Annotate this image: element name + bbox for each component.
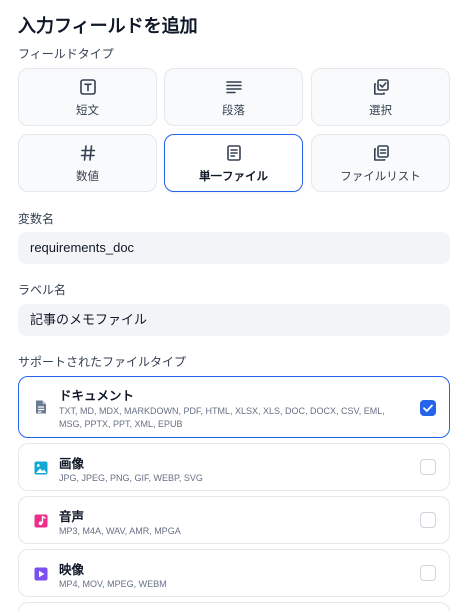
file-type-document-checkbox[interactable] [420,400,436,416]
field-type-paragraph[interactable]: 段落 [164,68,303,126]
file-list-icon [373,145,389,161]
file-type-audio-checkbox[interactable] [420,512,436,528]
supported-file-types-label: サポートされたファイルタイプ [18,355,187,369]
field-type-single-file[interactable]: 単一ファイル [164,134,303,192]
file-type-image-extensions: JPG, JPEG, PNG, GIF, WEBP, SVG [59,473,203,483]
text-input-icon [79,79,96,95]
file-type-video-extensions: MP4, MOV, MPEG, WEBM [59,579,167,589]
field-type-select-label: 選択 [369,105,392,117]
file-type-video-checkbox[interactable] [420,565,436,581]
select-icon [373,79,389,95]
file-type-audio-name: 音声 [59,510,85,524]
file-type-document-extensions: TXT, MD, MDX, MARKDOWN, PDF, HTML, XLSX,… [59,406,385,429]
file-type-video[interactable]: 映像 MP4, MOV, MPEG, WEBM [18,549,450,597]
field-type-select[interactable]: 選択 [311,68,450,126]
field-type-short-text-label: 短文 [76,105,99,117]
field-type-label: フィールドタイプ [18,47,114,61]
file-icon [226,145,241,161]
label-name-input[interactable]: 記事のメモファイル [18,304,450,336]
variable-name-label: 変数名 [18,212,55,226]
field-type-short-text[interactable]: 短文 [18,68,157,126]
document-icon [36,400,46,414]
hash-icon [80,145,95,161]
variable-name-input[interactable]: requirements_doc [18,232,450,264]
file-type-document-name: ドキュメント [59,389,135,403]
file-type-other[interactable] [18,602,450,611]
check-icon [423,404,433,412]
page-title: 入力フィールドを追加 [18,16,198,36]
field-type-paragraph-label: 段落 [222,105,245,117]
image-icon [34,461,48,475]
file-type-audio[interactable]: 音声 MP3, M4A, WAV, AMR, MPGA [18,496,450,544]
file-type-image[interactable]: 画像 JPG, JPEG, PNG, GIF, WEBP, SVG [18,443,450,491]
field-type-number-label: 数値 [76,171,99,183]
file-type-video-name: 映像 [59,563,85,577]
audio-icon [34,514,48,528]
field-type-file-list-label: ファイルリスト [340,171,421,183]
field-type-number[interactable]: 数値 [18,134,157,192]
paragraph-icon [225,81,242,94]
file-type-image-name: 画像 [59,457,85,471]
file-type-image-checkbox[interactable] [420,459,436,475]
file-type-document[interactable]: ドキュメント TXT, MD, MDX, MARKDOWN, PDF, HTML… [18,376,450,438]
field-type-file-list[interactable]: ファイルリスト [311,134,450,192]
field-type-single-file-label: 単一ファイル [199,171,268,183]
file-type-audio-extensions: MP3, M4A, WAV, AMR, MPGA [59,526,181,536]
video-icon [34,567,48,581]
label-name-label: ラベル名 [18,283,67,297]
